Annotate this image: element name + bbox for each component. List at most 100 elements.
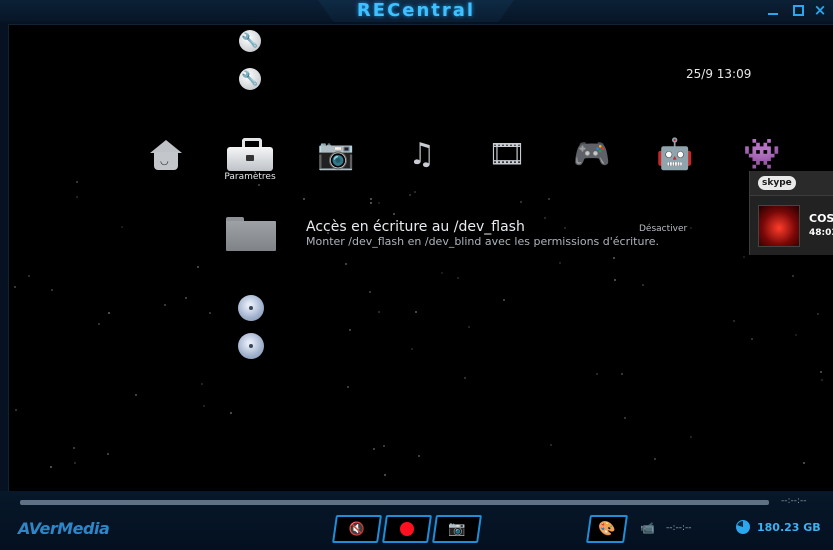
star <box>373 448 375 450</box>
close-button[interactable]: × <box>813 3 827 18</box>
star <box>457 277 459 279</box>
category-label: Paramètres <box>224 172 276 182</box>
star <box>624 417 626 419</box>
star <box>690 227 692 229</box>
record-icon <box>400 522 414 536</box>
star <box>50 466 52 468</box>
palette-button[interactable]: 🎨 <box>586 515 628 543</box>
star <box>690 436 692 438</box>
star <box>384 474 386 476</box>
star <box>418 455 420 457</box>
minimize-button[interactable] <box>766 3 780 17</box>
star <box>820 371 822 373</box>
star <box>303 198 305 200</box>
space-invader-icon: 👾 <box>743 137 781 172</box>
star <box>201 383 203 385</box>
star <box>642 284 644 286</box>
star <box>164 304 166 306</box>
star <box>107 453 109 455</box>
category-network[interactable]: 🤖 <box>655 133 695 177</box>
stream-icon[interactable]: 📹 <box>640 521 655 535</box>
star <box>347 386 349 388</box>
item-option[interactable]: Désactiver <box>639 224 687 234</box>
camera-icon: 📷 <box>448 521 466 537</box>
submenu-item[interactable] <box>238 295 264 321</box>
star <box>73 447 75 449</box>
star <box>28 275 30 277</box>
star <box>743 256 745 258</box>
mute-button[interactable]: 🔇 <box>332 515 382 543</box>
submenu-item[interactable] <box>238 333 264 359</box>
snapshot-button[interactable]: 📷 <box>432 515 482 543</box>
folder-icon[interactable] <box>226 217 276 251</box>
gamepad-icon: 🎮 <box>573 137 611 172</box>
star <box>564 227 566 229</box>
capture-preview: 🔧 🔧 25/9 13:09 ◡ Paramètres 📷 ♫ 🎞 🎮 🤖 👾 … <box>8 24 833 492</box>
network-icon: 🤖 <box>656 137 694 172</box>
category-music[interactable]: ♫ <box>404 133 440 177</box>
star <box>135 394 137 396</box>
maximize-button[interactable] <box>791 3 805 17</box>
skype-notification[interactable]: skype COS 48:03 <box>749 171 833 255</box>
star <box>51 289 53 291</box>
item-title[interactable]: Accès en écriture au /dev_flash <box>306 219 525 235</box>
star <box>14 286 16 288</box>
star <box>817 313 819 315</box>
contact-avatar <box>758 205 800 247</box>
star <box>349 329 351 331</box>
submenu-item[interactable]: 🔧 <box>239 30 261 52</box>
record-button[interactable] <box>382 515 432 543</box>
mute-icon: 🔇 <box>348 521 366 537</box>
brand-logo: AVerMedia <box>18 519 110 538</box>
star <box>751 338 753 340</box>
wrench-icon: 🔧 <box>239 68 261 90</box>
palette-icon: 🎨 <box>598 521 616 537</box>
star <box>370 202 372 204</box>
star <box>548 198 550 200</box>
star <box>613 257 615 259</box>
star <box>15 409 17 411</box>
star <box>76 181 78 183</box>
title-bar: RECentral × <box>0 0 833 22</box>
app-title: RECentral <box>356 0 476 21</box>
category-game[interactable]: 🎮 <box>572 133 612 177</box>
star <box>520 201 522 203</box>
clock: 25/9 13:09 <box>686 67 752 81</box>
star <box>414 191 416 193</box>
category-home[interactable]: ◡ <box>147 133 185 177</box>
star <box>209 312 211 314</box>
category-settings[interactable] <box>227 133 273 177</box>
progress-bar[interactable] <box>20 500 769 505</box>
disk-icon <box>736 520 750 534</box>
star <box>258 184 260 186</box>
star <box>230 412 232 414</box>
camera-icon: 📷 <box>317 137 355 172</box>
star <box>345 263 347 265</box>
star <box>503 299 505 301</box>
submenu-item[interactable]: 🔧 <box>239 68 261 90</box>
disc-icon <box>238 295 264 321</box>
star <box>197 266 199 268</box>
star <box>370 198 372 200</box>
star <box>441 272 443 274</box>
star <box>185 297 187 299</box>
star <box>550 444 552 446</box>
star <box>121 226 123 228</box>
category-photo[interactable]: 📷 <box>317 133 355 177</box>
star <box>733 320 735 322</box>
star <box>544 217 546 219</box>
item-description: Monter /dev_flash en /dev_blind avec les… <box>306 235 660 248</box>
star <box>415 311 417 313</box>
star <box>76 196 78 198</box>
star <box>378 311 380 313</box>
star <box>792 275 794 277</box>
category-video[interactable]: 🎞 <box>487 133 527 177</box>
skype-header: skype <box>750 171 833 196</box>
star <box>411 348 413 350</box>
star <box>614 279 616 281</box>
star <box>383 445 385 447</box>
star <box>108 312 110 314</box>
star <box>596 373 598 375</box>
star <box>74 462 76 464</box>
star <box>821 379 823 381</box>
